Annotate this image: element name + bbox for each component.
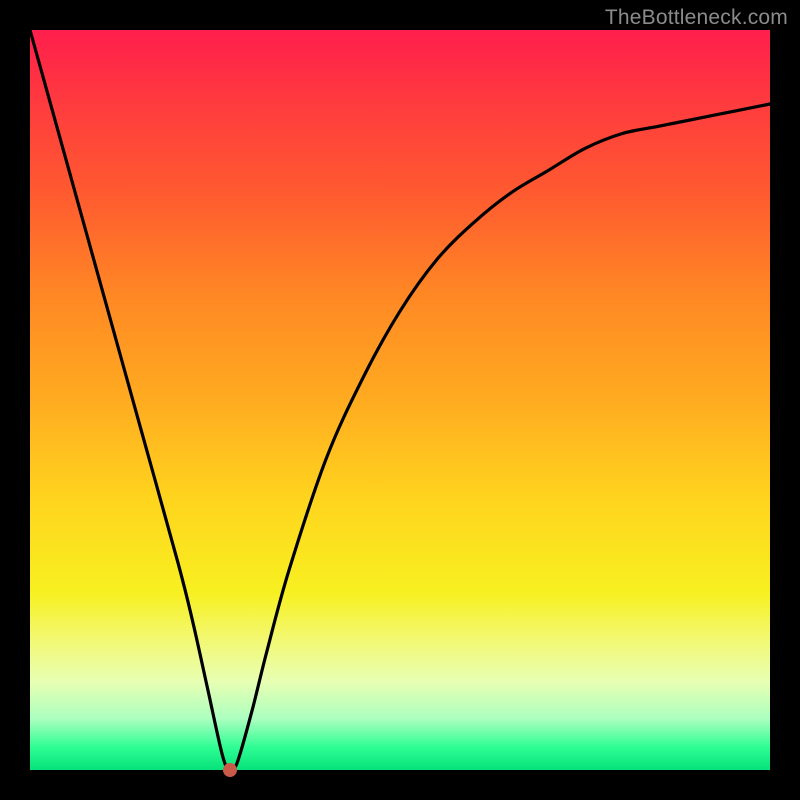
watermark-text: TheBottleneck.com — [605, 6, 788, 30]
plot-area — [30, 30, 770, 770]
chart-frame: TheBottleneck.com — [0, 0, 800, 800]
bottleneck-curve — [30, 30, 770, 770]
minimum-marker — [223, 763, 237, 777]
curve-path — [30, 30, 770, 771]
